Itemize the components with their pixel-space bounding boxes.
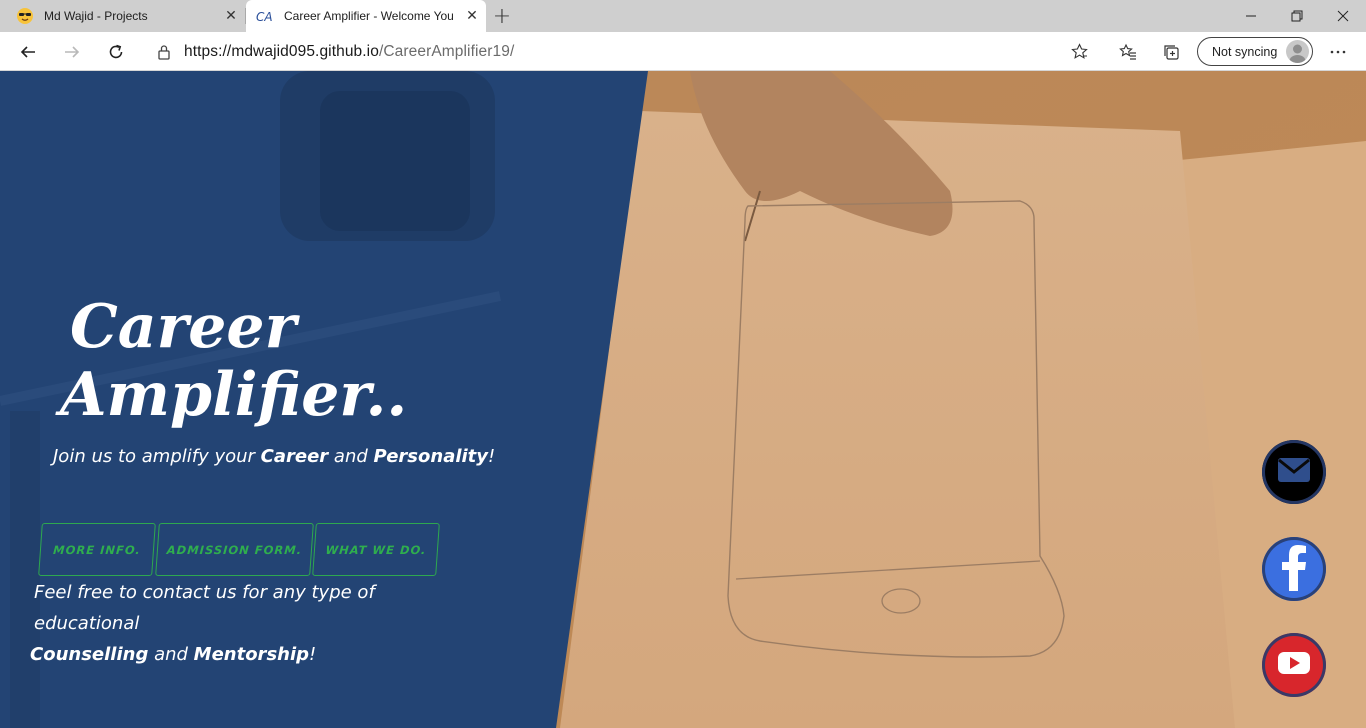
contact-text: Feel free to contact us for any type of … xyxy=(30,577,470,670)
email-button[interactable] xyxy=(1262,440,1326,504)
favorites-icon[interactable] xyxy=(1112,36,1144,68)
tab-career-amplifier[interactable]: CA Career Amplifier - Welcome You ✕ xyxy=(246,0,486,32)
settings-more-icon[interactable] xyxy=(1322,36,1354,68)
address-bar[interactable]: https://mdwajid095.github.io/CareerAmpli… xyxy=(144,36,1100,67)
svg-text:CA: CA xyxy=(256,10,273,24)
tab-strip: Md Wajid - Projects ✕ CA Career Amplifie… xyxy=(0,0,1366,32)
profile-sync-button[interactable]: Not syncing xyxy=(1197,37,1313,66)
contact-counselling: Counselling xyxy=(30,644,149,665)
contact-mentorship: Mentorship xyxy=(193,644,310,665)
what-we-do-button[interactable]: WHAT WE DO. xyxy=(312,523,440,576)
tagline-end: ! xyxy=(488,446,496,467)
hero-tagline: Join us to amplify your Career and Perso… xyxy=(53,446,495,467)
favorite-star-icon[interactable] xyxy=(1071,43,1088,64)
sync-label: Not syncing xyxy=(1212,44,1278,59)
contact-line1: Feel free to contact us for any type of … xyxy=(34,582,375,634)
facebook-button[interactable] xyxy=(1262,537,1326,601)
tab-md-wajid-projects[interactable]: Md Wajid - Projects ✕ xyxy=(0,0,245,32)
collections-icon[interactable] xyxy=(1156,36,1188,68)
lock-icon[interactable] xyxy=(144,44,184,60)
hero-title-line2: Amplifier.. xyxy=(60,360,408,430)
tagline-personality: Personality xyxy=(373,446,489,467)
back-button[interactable] xyxy=(12,36,44,68)
more-info-button[interactable]: MORE INFO. xyxy=(38,523,156,576)
url-text: https://mdwajid095.github.io/CareerAmpli… xyxy=(184,43,514,61)
mail-icon xyxy=(1277,457,1311,487)
close-tab-icon[interactable]: ✕ xyxy=(217,2,245,30)
close-window-button[interactable] xyxy=(1320,0,1366,32)
contact-end: ! xyxy=(309,644,317,665)
youtube-icon xyxy=(1277,651,1311,679)
forward-button[interactable] xyxy=(56,36,88,68)
tagline-and: and xyxy=(328,446,374,467)
youtube-button[interactable] xyxy=(1262,633,1326,697)
tab-title: Md Wajid - Projects xyxy=(44,9,148,23)
hero-title-line1: Career xyxy=(70,292,297,362)
restore-button[interactable] xyxy=(1274,0,1320,32)
sunglasses-emoji-icon xyxy=(16,7,34,25)
admission-form-button[interactable]: ADMISSION FORM. xyxy=(155,523,314,576)
close-tab-icon[interactable]: ✕ xyxy=(458,2,486,30)
avatar xyxy=(1286,40,1309,63)
minimize-button[interactable] xyxy=(1228,0,1274,32)
facebook-icon xyxy=(1279,543,1309,595)
contact-and: and xyxy=(148,644,194,665)
tagline-text: Join us to amplify your xyxy=(53,446,261,467)
refresh-button[interactable] xyxy=(100,36,132,68)
hero-title: Career Amplifier.. xyxy=(60,293,407,429)
page-content: Career Amplifier.. Join us to amplify yo… xyxy=(0,71,1366,728)
url-path: /CareerAmplifier19/ xyxy=(378,42,515,60)
tagline-career: Career xyxy=(260,446,329,467)
browser-toolbar: https://mdwajid095.github.io/CareerAmpli… xyxy=(0,32,1366,71)
ca-logo-icon: CA xyxy=(256,7,274,25)
url-host: https://mdwajid095.github.io xyxy=(184,42,379,60)
tab-title: Career Amplifier - Welcome You xyxy=(284,9,454,23)
new-tab-button[interactable]: + xyxy=(488,2,516,30)
